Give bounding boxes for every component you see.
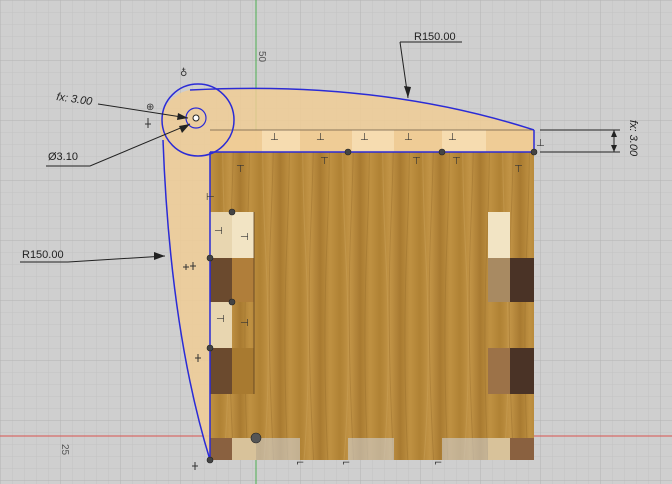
horizontal-constraint-icon: ⊥ [536, 138, 545, 149]
vertical-constraint-icon: ⊣ [240, 318, 249, 329]
right-slot-2b [510, 258, 534, 302]
horizontal-constraint-icon: ⊥ [448, 132, 457, 143]
horizontal-constraint-icon: ⊤ [452, 156, 461, 167]
horizontal-constraint-icon: ⊤ [320, 156, 329, 167]
perpendicular-icon: ⌐ [296, 458, 304, 469]
vertical-constraint-icon: ⊣ [214, 226, 223, 237]
joint-slot-2b [232, 258, 254, 302]
origin-point[interactable] [250, 432, 262, 444]
top-notch-2 [352, 130, 394, 152]
perpendicular-icon: ⌐ [434, 458, 442, 469]
coincident-point-icon[interactable] [530, 148, 538, 156]
horizontal-constraint-icon: ⊥ [270, 132, 279, 143]
horizontal-constraint-icon: ⊤ [412, 156, 421, 167]
wood-panel [210, 152, 534, 460]
bottom-tab-1 [210, 438, 232, 460]
horizontal-constraint-icon: ⊤ [236, 164, 245, 175]
coincident-point-icon[interactable] [206, 344, 214, 352]
right-slot-2 [488, 258, 510, 302]
right-slot-3b [510, 348, 534, 394]
cad-viewport[interactable]: 50 25 25 [0, 0, 672, 484]
bottom-gap-2 [348, 438, 394, 460]
joint-slot-2 [210, 258, 232, 302]
horizontal-constraint-icon: ⊥ [360, 132, 369, 143]
coincident-point-icon[interactable] [206, 254, 214, 262]
horizontal-constraint-icon: ⊥ [404, 132, 413, 143]
sketch-canvas[interactable]: 50 25 25 [0, 0, 672, 484]
coincident-point-icon[interactable] [206, 456, 214, 464]
dimension-top-radius[interactable]: R150.00 [414, 31, 456, 43]
perpendicular-icon: ⌐ [342, 458, 350, 469]
joint-slot-4 [210, 348, 232, 394]
bottom-tab-2 [488, 438, 510, 460]
grid-label-left: 25 [59, 444, 70, 456]
bottom-gap-1 [256, 438, 300, 460]
vertical-constraint-icon: ⊣ [216, 314, 225, 325]
center-point[interactable] [192, 114, 200, 122]
joint-slot-4b [232, 348, 254, 394]
bottom-gap-3 [442, 438, 488, 460]
joint-slot-3 [210, 302, 232, 348]
coincident-point-icon[interactable] [228, 298, 236, 306]
top-notch-1 [262, 130, 300, 152]
coincident-point-icon[interactable] [438, 148, 446, 156]
horizontal-constraint-icon: ⊤ [514, 164, 523, 175]
horizontal-constraint-icon: ⊥ [316, 132, 325, 143]
coincident-point-icon[interactable] [228, 208, 236, 216]
vertical-constraint-icon: ⊢ [206, 192, 215, 203]
vertical-constraint-icon: ⊣ [240, 232, 249, 243]
grid-label-top: 50 [256, 51, 267, 63]
dimension-offset[interactable]: fx: 3.00 [627, 120, 639, 157]
coincident-point-icon[interactable] [344, 148, 352, 156]
lock-icon: ♁ [180, 67, 187, 79]
dimension-diameter[interactable]: Ø3.10 [48, 151, 78, 163]
right-slot-3 [488, 348, 510, 394]
bottom-tab-2b [510, 438, 534, 460]
right-slot-1 [488, 212, 510, 258]
dimension-left-radius[interactable]: R150.00 [22, 249, 64, 261]
